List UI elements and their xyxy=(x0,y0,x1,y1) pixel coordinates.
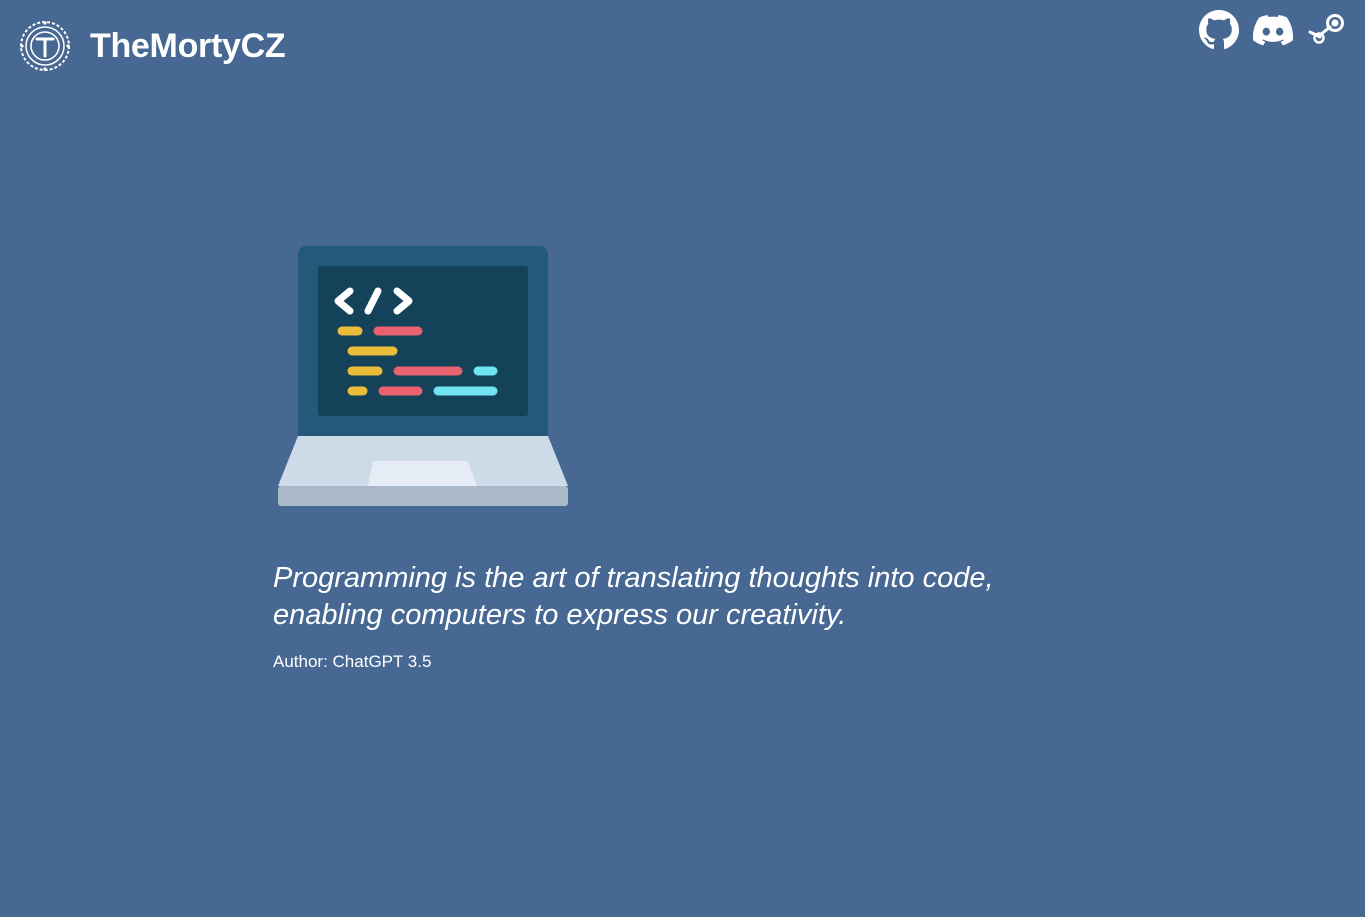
laptop-code-icon xyxy=(278,246,568,506)
quote-block: Programming is the art of translating th… xyxy=(273,560,1093,672)
steam-icon xyxy=(1308,14,1344,44)
t-medallion-icon xyxy=(20,21,70,71)
steam-link[interactable] xyxy=(1307,10,1347,50)
quote-line-2: enabling computers to express our creati… xyxy=(273,599,847,631)
github-link[interactable] xyxy=(1199,10,1239,50)
social-links xyxy=(1199,10,1347,50)
github-icon xyxy=(1199,10,1239,50)
discord-icon xyxy=(1253,15,1293,46)
brand-link[interactable]: TheMortyCZ xyxy=(18,18,286,74)
page: TheMortyCZ Programming is the art of tra… xyxy=(0,0,1365,917)
site-title: TheMortyCZ xyxy=(90,26,286,65)
quote-text: Programming is the art of translating th… xyxy=(273,560,1093,634)
header: TheMortyCZ xyxy=(0,0,1365,90)
quote-line-1: Programming is the art of translating th… xyxy=(273,562,994,594)
discord-link[interactable] xyxy=(1253,10,1293,50)
quote-author: Author: ChatGPT 3.5 xyxy=(273,652,432,671)
